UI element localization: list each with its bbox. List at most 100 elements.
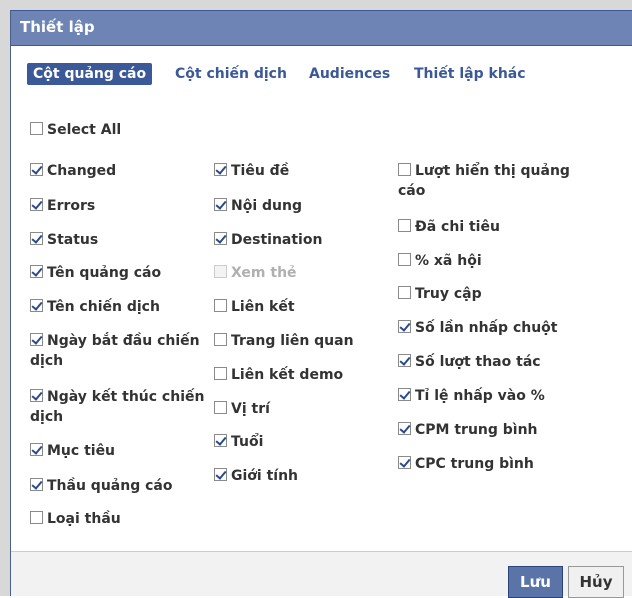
option-demo-link[interactable]: Liên kết demo bbox=[214, 365, 343, 385]
option-label: Thầu quảng cáo bbox=[47, 478, 173, 494]
checkbox[interactable] bbox=[214, 468, 227, 481]
option-title[interactable]: Tiêu đề bbox=[214, 161, 289, 181]
option-impressions[interactable]: Lượt hiển thị quảng cáo bbox=[398, 161, 588, 201]
option-avg-cpc[interactable]: CPC trung bình bbox=[398, 454, 534, 474]
checkbox[interactable] bbox=[214, 367, 227, 380]
option-view-card: Xem thẻ bbox=[214, 263, 297, 283]
option-label: Liên kết demo bbox=[231, 367, 344, 383]
checkbox[interactable] bbox=[30, 443, 43, 456]
option-label: Lượt hiển thị quảng cáo bbox=[398, 163, 570, 199]
checkbox[interactable] bbox=[30, 389, 43, 402]
option-label: Vị trí bbox=[231, 401, 270, 417]
background-frame-top bbox=[0, 0, 632, 10]
option-spent[interactable]: Đã chi tiêu bbox=[398, 217, 500, 237]
checkbox[interactable] bbox=[30, 163, 43, 176]
tab-other-settings[interactable]: Thiết lập khác bbox=[414, 63, 526, 85]
option-ad-name[interactable]: Tên quảng cáo bbox=[30, 263, 161, 283]
tab-audiences[interactable]: Audiences bbox=[309, 63, 390, 85]
option-label: Số lần nhấp chuột bbox=[415, 320, 558, 336]
checkbox[interactable] bbox=[214, 232, 227, 245]
checkbox[interactable] bbox=[398, 163, 411, 176]
option-label: Tuổi bbox=[231, 434, 264, 450]
option-bid-type[interactable]: Loại thầu bbox=[30, 509, 121, 529]
checkbox bbox=[214, 265, 227, 278]
checkbox[interactable] bbox=[214, 434, 227, 447]
option-label: CPC trung bình bbox=[415, 456, 534, 472]
checkbox[interactable] bbox=[30, 511, 43, 524]
option-errors[interactable]: Errors bbox=[30, 196, 95, 216]
option-clicks[interactable]: Số lần nhấp chuột bbox=[398, 318, 557, 338]
checkbox[interactable] bbox=[214, 333, 227, 346]
option-label: Tên chiến dịch bbox=[47, 299, 160, 315]
option-label: Nội dung bbox=[231, 198, 302, 214]
option-status[interactable]: Status bbox=[30, 230, 98, 250]
option-label: Tiêu đề bbox=[231, 163, 290, 179]
checkbox[interactable] bbox=[398, 422, 411, 435]
checkbox[interactable] bbox=[398, 388, 411, 401]
checkbox[interactable] bbox=[214, 163, 227, 176]
option-objective[interactable]: Mục tiêu bbox=[30, 441, 115, 461]
checkbox[interactable] bbox=[30, 299, 43, 312]
option-label: Ngày kết thúc chiến dịch bbox=[30, 389, 205, 425]
option-label: Trang liên quan bbox=[231, 333, 354, 349]
option-label: Tên quảng cáo bbox=[47, 265, 162, 281]
option-campaign-end-date[interactable]: Ngày kết thúc chiến dịch bbox=[30, 387, 220, 427]
settings-dialog: Thiết lập Cột quảng cáo Cột chiến dịch A… bbox=[10, 10, 632, 598]
checkbox[interactable] bbox=[30, 198, 43, 211]
option-reach[interactable]: Truy cập bbox=[398, 284, 482, 304]
option-label: Loại thầu bbox=[47, 511, 121, 527]
cancel-button[interactable]: Hủy bbox=[568, 566, 624, 598]
background-frame-left bbox=[0, 0, 10, 596]
option-avg-cpm[interactable]: CPM trung bình bbox=[398, 420, 538, 440]
option-age[interactable]: Tuổi bbox=[214, 432, 263, 452]
checkbox[interactable] bbox=[398, 320, 411, 333]
option-label: Truy cập bbox=[415, 286, 482, 302]
option-ad-bid[interactable]: Thầu quảng cáo bbox=[30, 476, 172, 496]
option-label: Mục tiêu bbox=[47, 443, 116, 459]
tab-campaign-columns[interactable]: Cột chiến dịch bbox=[175, 63, 287, 85]
option-label: Số lượt thao tác bbox=[415, 354, 541, 370]
option-link[interactable]: Liên kết bbox=[214, 297, 295, 317]
tab-ad-columns[interactable]: Cột quảng cáo bbox=[27, 63, 153, 85]
checkbox[interactable] bbox=[214, 299, 227, 312]
option-label: % xã hội bbox=[415, 253, 482, 269]
select-all-label: Select All bbox=[47, 122, 122, 138]
option-destination[interactable]: Destination bbox=[214, 230, 322, 250]
option-label: CPM trung bình bbox=[415, 422, 538, 438]
checkbox[interactable] bbox=[214, 401, 227, 414]
checkbox[interactable] bbox=[214, 198, 227, 211]
checkbox[interactable] bbox=[398, 286, 411, 299]
checkbox[interactable] bbox=[30, 265, 43, 278]
option-label: Liên kết bbox=[231, 299, 295, 315]
option-content[interactable]: Nội dung bbox=[214, 196, 302, 216]
checkbox[interactable] bbox=[398, 354, 411, 367]
option-label: Changed bbox=[47, 163, 117, 179]
select-all-checkbox[interactable] bbox=[30, 122, 43, 135]
select-all-option[interactable]: Select All bbox=[30, 120, 121, 140]
checkbox[interactable] bbox=[398, 219, 411, 232]
option-social-percent[interactable]: % xã hội bbox=[398, 251, 482, 271]
save-button[interactable]: Lưu bbox=[508, 566, 563, 598]
option-ctr[interactable]: Tỉ lệ nhấp vào % bbox=[398, 386, 545, 406]
option-label: Giới tính bbox=[231, 468, 299, 484]
option-gender[interactable]: Giới tính bbox=[214, 466, 298, 486]
option-location[interactable]: Vị trí bbox=[214, 399, 270, 419]
option-campaign-start-date[interactable]: Ngày bắt đầu chiến dịch bbox=[30, 331, 220, 371]
option-label: Xem thẻ bbox=[231, 265, 297, 281]
dialog-titlebar: Thiết lập bbox=[11, 10, 632, 46]
checkbox[interactable] bbox=[30, 478, 43, 491]
option-label: Errors bbox=[47, 198, 96, 214]
option-actions[interactable]: Số lượt thao tác bbox=[398, 352, 541, 372]
checkbox[interactable] bbox=[398, 456, 411, 469]
option-related-page[interactable]: Trang liên quan bbox=[214, 331, 354, 351]
dialog-title: Thiết lập bbox=[20, 18, 95, 36]
dialog-footer: Lưu Hủy bbox=[11, 551, 632, 598]
checkbox[interactable] bbox=[30, 232, 43, 245]
option-changed[interactable]: Changed bbox=[30, 161, 116, 181]
option-campaign-name[interactable]: Tên chiến dịch bbox=[30, 297, 160, 317]
checkbox[interactable] bbox=[30, 333, 43, 346]
option-label: Tỉ lệ nhấp vào % bbox=[415, 388, 545, 404]
option-label: Destination bbox=[231, 232, 323, 248]
checkbox[interactable] bbox=[398, 253, 411, 266]
option-label: Đã chi tiêu bbox=[415, 219, 500, 235]
